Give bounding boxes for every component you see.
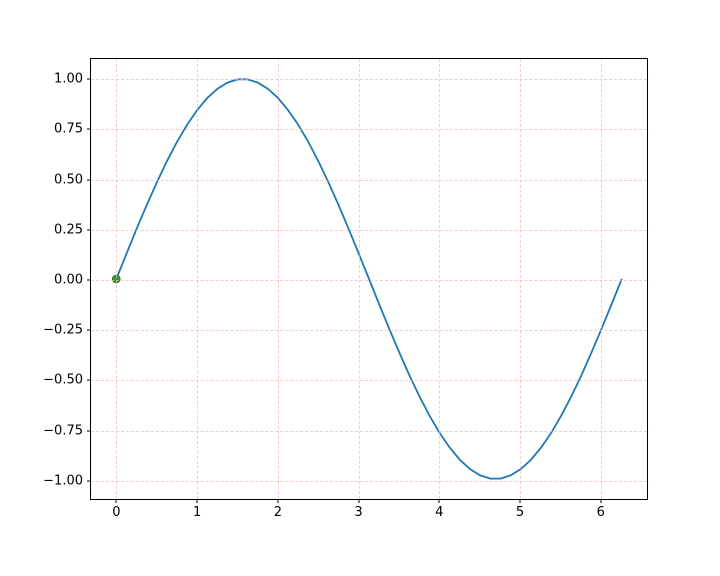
grid-horizontal xyxy=(91,431,647,432)
ytick-label: −0.75 xyxy=(43,423,83,438)
ytick-mark xyxy=(87,179,91,180)
ytick-mark xyxy=(87,330,91,331)
grid-vertical xyxy=(601,59,602,499)
axes: 0123456−1.00−0.75−0.50−0.250.000.250.500… xyxy=(90,58,648,500)
xtick-mark xyxy=(277,499,278,503)
ytick-mark xyxy=(87,280,91,281)
ytick-mark xyxy=(87,79,91,80)
ytick-label: 0.00 xyxy=(54,273,83,288)
ytick-label: −1.00 xyxy=(43,473,83,488)
grid-horizontal xyxy=(91,481,647,482)
grid-horizontal xyxy=(91,129,647,130)
xtick-mark xyxy=(600,499,601,503)
xtick-mark xyxy=(439,499,440,503)
grid-vertical xyxy=(520,59,521,499)
ytick-label: −0.25 xyxy=(43,323,83,338)
xtick-mark xyxy=(358,499,359,503)
xtick-mark xyxy=(116,499,117,503)
ytick-mark xyxy=(87,129,91,130)
xtick-label: 0 xyxy=(112,505,120,520)
grid-vertical xyxy=(116,59,117,499)
grid-horizontal xyxy=(91,79,647,80)
xtick-mark xyxy=(520,499,521,503)
ytick-label: −0.50 xyxy=(43,373,83,388)
xtick-label: 2 xyxy=(274,505,282,520)
ytick-mark xyxy=(87,430,91,431)
plot-area xyxy=(91,59,647,499)
grid-horizontal xyxy=(91,230,647,231)
xtick-label: 6 xyxy=(597,505,605,520)
xtick-mark xyxy=(197,499,198,503)
grid-vertical xyxy=(359,59,360,499)
ytick-label: 0.25 xyxy=(54,222,83,237)
grid-vertical xyxy=(278,59,279,499)
series-sin xyxy=(116,79,621,478)
ytick-label: 1.00 xyxy=(54,72,83,87)
ytick-mark xyxy=(87,229,91,230)
ytick-mark xyxy=(87,480,91,481)
grid-horizontal xyxy=(91,280,647,281)
figure: 0 1 2 3 4 5 6 −1.00 −0.75 −0.50 −0.25 0.00 0.25 0.50 0… xyxy=(0,0,720,576)
grid-vertical xyxy=(197,59,198,499)
ytick-label: 0.75 xyxy=(54,122,83,137)
ytick-mark xyxy=(87,380,91,381)
ytick-label: 0.50 xyxy=(54,172,83,187)
grid-horizontal xyxy=(91,180,647,181)
xtick-label: 5 xyxy=(516,505,524,520)
xtick-label: 1 xyxy=(193,505,201,520)
grid-vertical xyxy=(439,59,440,499)
xtick-label: 3 xyxy=(354,505,362,520)
grid-horizontal xyxy=(91,330,647,331)
grid-horizontal xyxy=(91,380,647,381)
xtick-label: 4 xyxy=(435,505,443,520)
